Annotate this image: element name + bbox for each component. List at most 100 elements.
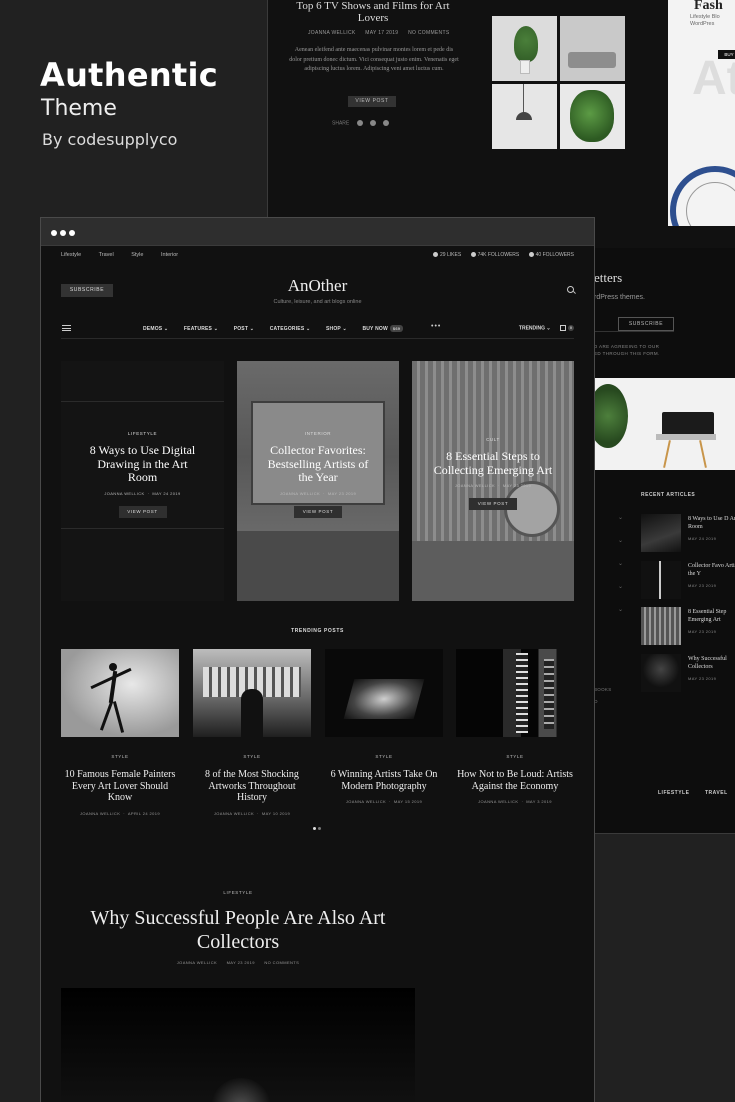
view-post-button[interactable]: VIEW POST [118, 505, 167, 518]
trending-card-image[interactable] [61, 649, 179, 737]
window-dot-icon[interactable] [69, 230, 75, 236]
site-logo[interactable]: AnOther [41, 276, 594, 296]
post-date: MAY 23 2019 [226, 960, 255, 965]
preview-share-label: SHARE [332, 120, 350, 127]
trending-card-image[interactable] [325, 649, 443, 737]
window-dot-icon[interactable] [60, 230, 66, 236]
nav-categories[interactable]: CATEGORIES ⌄ [270, 326, 311, 332]
post-featured-image[interactable] [61, 988, 415, 1102]
facebook-counter[interactable]: 29 LIKES [433, 252, 461, 258]
trending-card-image[interactable] [193, 649, 311, 737]
chevron-down-icon[interactable]: ⌄ [618, 537, 623, 544]
trending-toggle[interactable]: TRENDING ⌄ 0 [519, 325, 574, 331]
trending-card[interactable]: STYLE 6 Winning Artists Take On Modern P… [325, 649, 443, 804]
trending-card-category[interactable]: STYLE [61, 754, 179, 759]
preview-image-plant[interactable] [492, 16, 557, 81]
nav-demos[interactable]: DEMOS ⌄ [143, 326, 168, 332]
top-menu-item[interactable]: Travel [99, 252, 114, 258]
post-title[interactable]: Why Successful People Are Also Art Colle… [61, 906, 415, 954]
magazine-word: Fash [694, 0, 723, 13]
preview-view-post-button[interactable]: VIEW POST [348, 96, 396, 107]
recent-article[interactable]: 8 Essential Step Emerging Art MAY 23 201… [641, 607, 735, 647]
post-author[interactable]: JOANNA WELLICK [177, 960, 217, 965]
trending-card-image[interactable] [456, 649, 574, 737]
view-post-button[interactable]: VIEW POST [469, 498, 517, 510]
trending-card-title[interactable]: 8 of the Most Shocking Artworks Througho… [193, 769, 311, 804]
view-post-button[interactable]: VIEW POST [294, 505, 342, 518]
widget-link[interactable]: BOOKS [594, 687, 612, 692]
pinterest-icon[interactable] [383, 120, 390, 126]
newsletter-subscribe-button[interactable]: SUBSCRIBE [618, 317, 674, 331]
featured-title[interactable]: 8 Ways to Use Digital Drawing in the Art… [83, 443, 203, 485]
post-comments[interactable]: NO COMMENTS [264, 960, 299, 965]
trending-card-title[interactable]: How Not to Be Loud: Artists Against the … [456, 769, 574, 792]
top-menu-item[interactable]: Style [131, 252, 143, 258]
menu-icon[interactable] [62, 325, 71, 331]
post-meta: JOANNA WELLICK MAY 23 2019 NO COMMENTS [61, 960, 415, 965]
trending-card[interactable]: STYLE 10 Famous Female Painters Every Ar… [61, 649, 179, 816]
preview-image-lamp[interactable] [492, 84, 557, 149]
window-dot-icon[interactable] [51, 230, 57, 236]
chevron-down-icon[interactable]: ⌄ [618, 514, 623, 521]
recent-article-thumb[interactable] [641, 654, 681, 692]
twitter-counter[interactable]: 74K FOLLOWERS [470, 252, 519, 258]
preview-top: Top 6 TV Shows and Films for Art Lovers … [267, 0, 735, 248]
featured-category[interactable]: INTERIOR [237, 431, 399, 436]
featured-post[interactable]: CULT 8 Essential Steps to Collecting Eme… [412, 361, 574, 601]
trending-card-category[interactable]: STYLE [456, 754, 574, 759]
recent-article[interactable]: Collector Favo Artists of the Y MAY 23 2… [641, 561, 735, 601]
preview-image-leaves[interactable] [560, 84, 625, 149]
recent-article-thumb[interactable] [641, 607, 681, 645]
cart-icon[interactable] [560, 325, 566, 331]
trending-card[interactable]: STYLE How Not to Be Loud: Artists Agains… [456, 649, 574, 804]
preview-post-author[interactable]: JOANNA WELLICK [308, 30, 356, 36]
top-menu: Lifestyle Travel Style Interior [61, 252, 194, 258]
social-counters: 29 LIKES 74K FOLLOWERS 40 FOLLOWERS [425, 252, 574, 258]
divider [61, 338, 574, 339]
top-menu-item[interactable]: Interior [161, 252, 178, 258]
featured-post[interactable]: LIFESTYLE 8 Ways to Use Digital Drawing … [61, 361, 224, 601]
facebook-icon[interactable] [356, 120, 363, 126]
preview-post-date: MAY 17 2019 [365, 30, 399, 36]
recent-article-thumb[interactable] [641, 561, 681, 599]
recent-article[interactable]: Why Successful Collectors MAY 23 2019 [641, 654, 735, 694]
preview-post-comments[interactable]: NO COMMENTS [408, 30, 449, 36]
preview-post-title[interactable]: Top 6 TV Shows and Films for Art Lovers [290, 0, 456, 24]
top-menu-item[interactable]: Lifestyle [61, 252, 81, 258]
bicycle-wheel-icon [670, 166, 735, 226]
trending-card-title[interactable]: 10 Famous Female Painters Every Art Love… [61, 769, 179, 804]
featured-title[interactable]: Collector Favorites: Bestselling Artists… [263, 443, 373, 485]
recent-articles-heading: RECENT ARTICLES [641, 492, 696, 498]
trending-card-meta: JOANNA WELLICK · MAY 10 2019 [213, 810, 291, 816]
nav-shop[interactable]: SHOP ⌄ [326, 326, 347, 332]
browser-titlebar [41, 218, 594, 246]
nav-buy-now[interactable]: BUY NOW $69 [362, 325, 404, 332]
chevron-down-icon[interactable]: ⌄ [618, 583, 623, 590]
search-icon[interactable] [567, 286, 574, 293]
nav-post[interactable]: POST ⌄ [234, 326, 254, 332]
pager-dot[interactable] [318, 827, 321, 830]
post-category[interactable]: LIFESTYLE [61, 890, 415, 895]
trending-card-category[interactable]: STYLE [325, 754, 443, 759]
twitter-icon[interactable] [370, 120, 377, 126]
preview-image-sofa[interactable] [560, 16, 625, 81]
featured-category[interactable]: CULT [412, 437, 574, 442]
trending-card[interactable]: STYLE 8 of the Most Shocking Artworks Th… [193, 649, 311, 816]
trending-card-meta: JOANNA WELLICK · APRIL 24 2019 [79, 810, 161, 816]
nav-features[interactable]: FEATURES ⌄ [184, 326, 218, 332]
footer-link-lifestyle[interactable]: LIFESTYLE [658, 790, 689, 796]
featured-post[interactable]: INTERIOR Collector Favorites: Bestsellin… [237, 361, 399, 601]
featured-meta: JOANNA WELLICK · MAY 24 2019 [104, 490, 181, 496]
chevron-down-icon[interactable]: ⌄ [618, 606, 623, 613]
featured-category[interactable]: LIFESTYLE [61, 431, 224, 436]
chevron-down-icon[interactable]: ⌄ [618, 560, 623, 567]
trending-card-title[interactable]: 6 Winning Artists Take On Modern Photogr… [325, 769, 443, 792]
recent-article[interactable]: 8 Ways to Use D Art Room MAY 24 2019 [641, 514, 735, 554]
pager-dot[interactable] [313, 827, 316, 830]
footer-link-travel[interactable]: TRAVEL [705, 790, 728, 796]
more-icon[interactable]: ••• [431, 323, 441, 330]
recent-article-thumb[interactable] [641, 514, 681, 552]
instagram-counter[interactable]: 40 FOLLOWERS [528, 252, 574, 258]
featured-title[interactable]: 8 Essential Steps to Collecting Emerging… [426, 449, 561, 477]
trending-card-category[interactable]: STYLE [193, 754, 311, 759]
